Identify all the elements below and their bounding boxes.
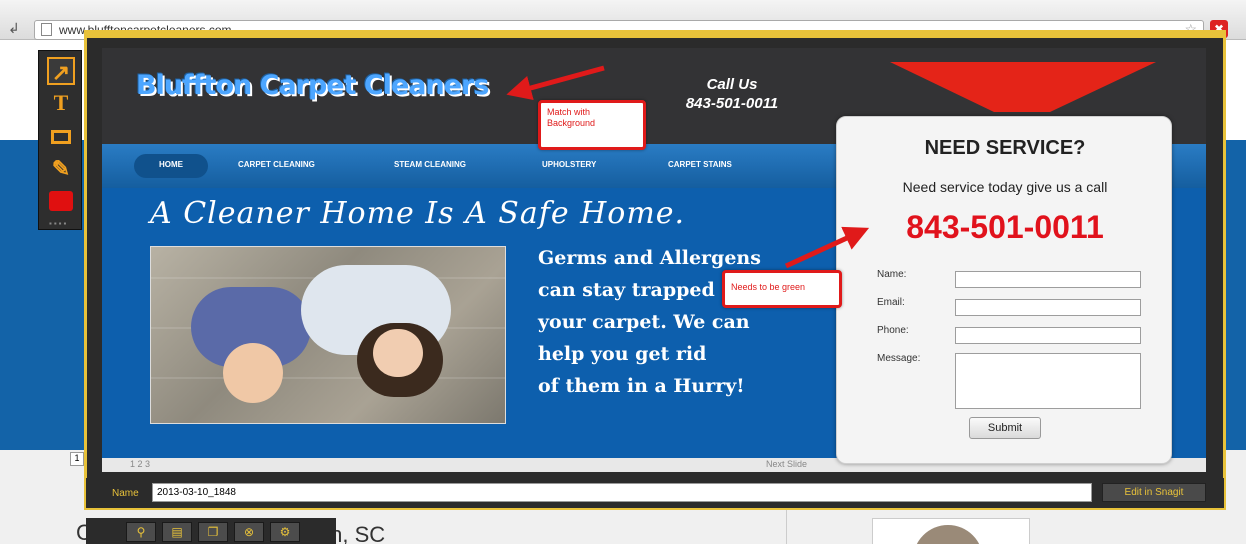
email-field[interactable] (955, 299, 1141, 316)
service-subtitle: Need service today give us a call (902, 179, 1108, 195)
snagit-tool-palette: ↗ T ✎ ▪▪▪▪ (38, 50, 82, 230)
phone-field[interactable] (955, 327, 1141, 344)
hero-copy-line: of them in a Hurry! (538, 375, 745, 397)
snagit-bottom-toolbar: ⚲ ▤ ❐ ⊗ ⚙ (86, 518, 336, 544)
hero-headline: A Cleaner Home Is A Safe Home. (150, 196, 686, 231)
service-form-panel: NEED SERVICE? Need service today give us… (836, 116, 1172, 464)
call-us-block: Call Us 843-501-0011 (662, 76, 802, 112)
share-icon[interactable]: ⚲ (126, 522, 156, 542)
nav-upholstery[interactable]: UPHOLSTERY (542, 160, 596, 169)
text-tool-icon[interactable]: T (47, 89, 75, 117)
next-slide-link[interactable]: Next Slide (766, 459, 807, 469)
callout-needs-green[interactable]: Needs to be green (722, 270, 842, 308)
settings-icon[interactable]: ⚙ (270, 522, 300, 542)
nav-steam-cleaning[interactable]: STEAM CLEANING (394, 160, 466, 169)
rectangle-tool-icon[interactable] (47, 123, 75, 151)
call-us-label: Call Us (706, 76, 758, 93)
page-icon (41, 23, 52, 36)
save-icon[interactable]: ▤ (162, 522, 192, 542)
back-icon[interactable]: ↲ (8, 20, 20, 37)
nav-carpet-cleaning[interactable]: CARPET CLEANING (238, 160, 315, 169)
hero-copy-line: your carpet. We can (538, 311, 750, 333)
service-phone[interactable]: 843-501-0011 (837, 209, 1173, 246)
delete-icon[interactable]: ⊗ (234, 522, 264, 542)
photo-child-head (223, 343, 283, 403)
submit-button[interactable]: Submit (969, 417, 1041, 439)
name-label: Name: (877, 269, 907, 280)
name-field[interactable] (955, 271, 1141, 288)
copy-icon[interactable]: ❐ (198, 522, 228, 542)
site-logo[interactable]: Bluffton Carpet Cleaners (136, 70, 489, 101)
call-us-phone[interactable]: 843-501-0011 (662, 95, 802, 112)
message-label: Message: (877, 353, 921, 364)
color-swatch-icon[interactable] (47, 187, 75, 215)
capture-name-input[interactable] (152, 483, 1092, 502)
slide-pagination[interactable]: 1 2 3 (130, 459, 150, 469)
nav-home[interactable]: HOME (134, 154, 208, 178)
background-tab[interactable]: 1 (70, 452, 84, 466)
screen: ↲ www.blufftoncarpetcleaners.com ☆ ✖ 1 C… (0, 0, 1246, 544)
callout-match-background[interactable]: Match with Background (538, 100, 646, 150)
message-field[interactable] (955, 353, 1141, 409)
background-person-photo (913, 525, 983, 544)
arrow-tool-icon[interactable]: ↗ (47, 57, 75, 85)
snagit-name-bar: Name Edit in Snagit (86, 478, 1224, 508)
carpet-texture (151, 377, 505, 379)
name-bar-label: Name (112, 488, 139, 499)
photo-woman-face (373, 329, 423, 377)
hero-copy-line: help you get rid (538, 343, 707, 365)
hero-copy: Germs and Allergens can stay trapped in … (538, 242, 838, 402)
background-photo-card (872, 518, 1030, 544)
highlighter-tool-icon[interactable]: ✎ (47, 155, 75, 183)
service-title: NEED SERVICE? (924, 137, 1086, 159)
phone-label: Phone: (877, 325, 909, 336)
edit-in-snagit-button[interactable]: Edit in Snagit (1102, 483, 1206, 502)
hero-photo (150, 246, 506, 424)
palette-grip-icon[interactable]: ▪▪▪▪ (49, 219, 68, 228)
email-label: Email: (877, 297, 905, 308)
nav-carpet-stains[interactable]: CARPET STAINS (668, 160, 732, 169)
